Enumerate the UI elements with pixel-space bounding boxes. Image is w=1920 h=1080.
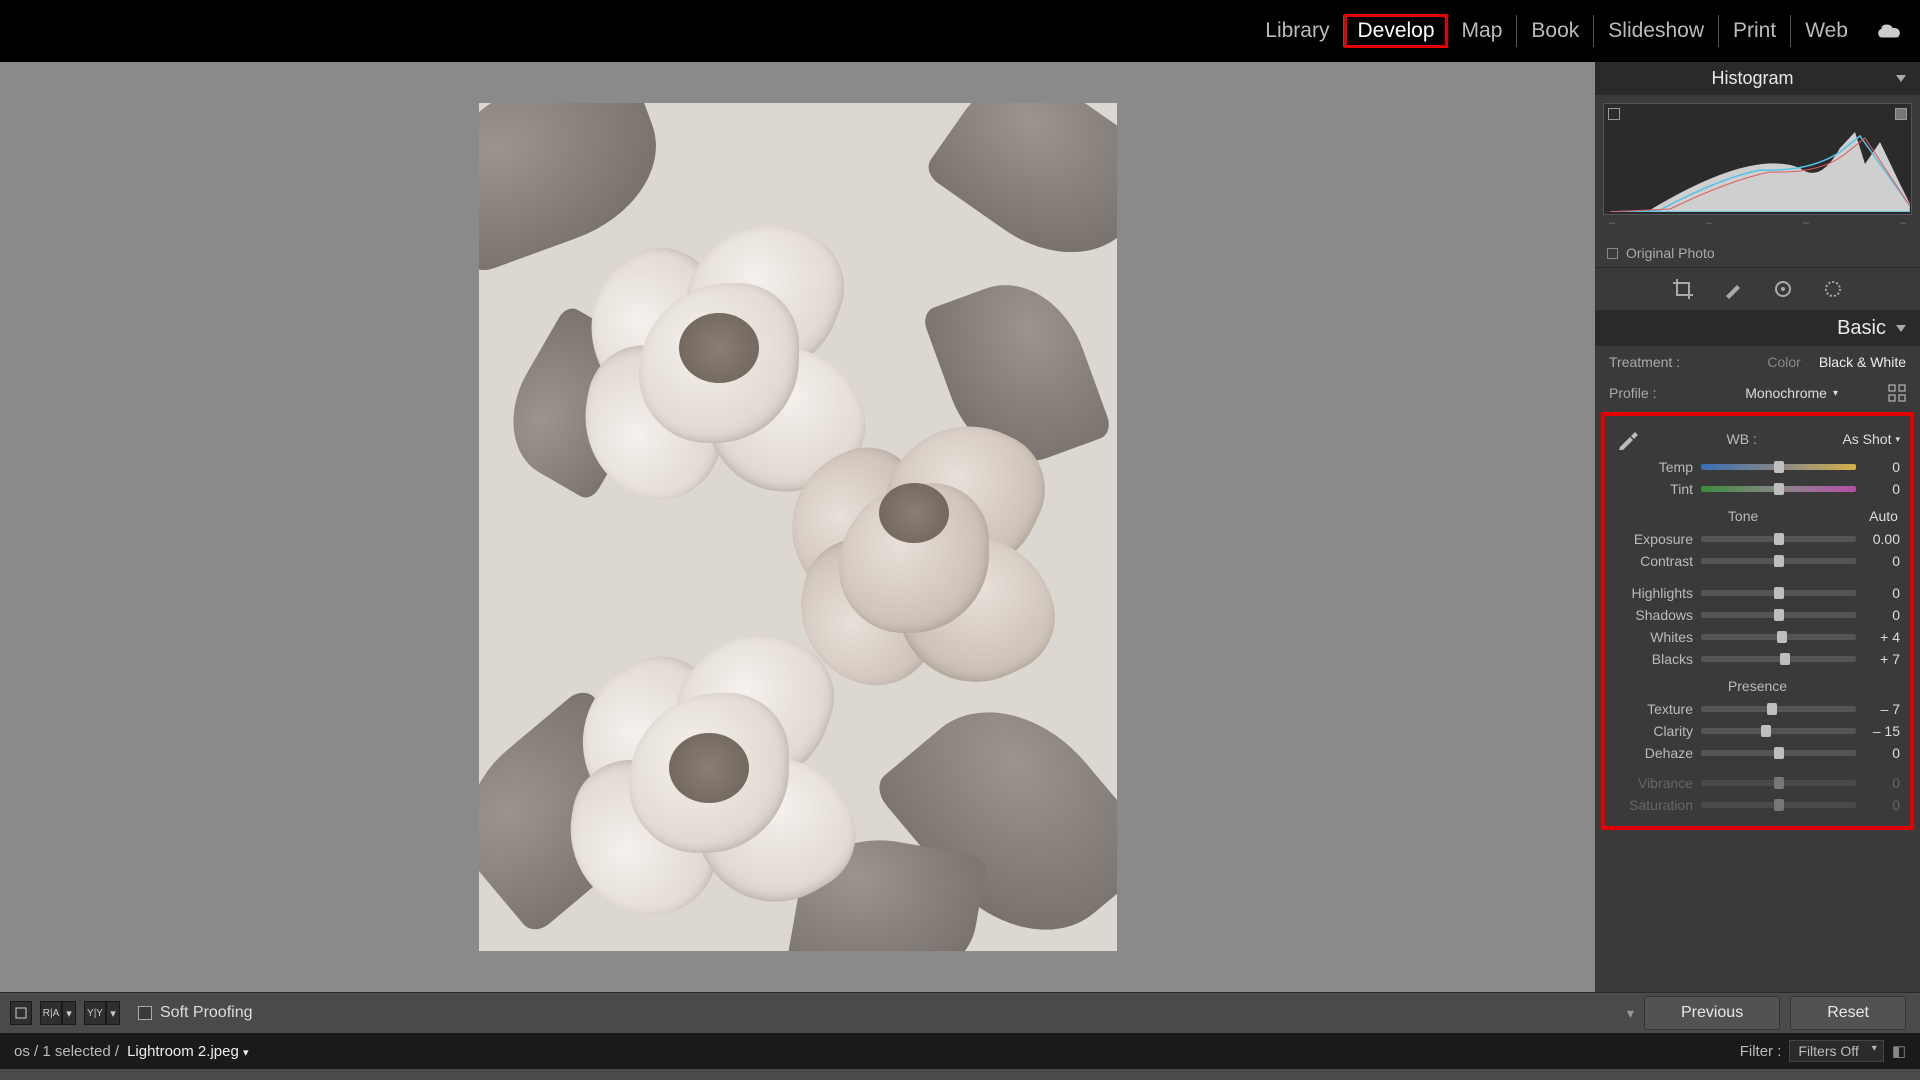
presence-section-header: Presence [1613, 670, 1902, 698]
slider-exposure[interactable]: Exposure0.00 [1613, 528, 1902, 550]
module-map[interactable]: Map [1448, 15, 1518, 47]
module-picker: Library Develop Map Book Slideshow Print… [0, 0, 1920, 62]
profile-browser-icon[interactable] [1888, 384, 1906, 402]
treatment-label: Treatment : [1609, 354, 1680, 370]
photo-preview[interactable] [479, 103, 1117, 951]
checkbox-icon [138, 1006, 152, 1020]
slider-highlights[interactable]: Highlights0 [1613, 582, 1902, 604]
toolbar-collapse-icon[interactable]: ▾ [1627, 1005, 1634, 1022]
basic-adjustments-highlighted: WB : As Shot▾ Temp 0 Tint 0 ToneAuto Exp… [1601, 412, 1914, 830]
slider-blacks[interactable]: Blacks+ 7 [1613, 648, 1902, 670]
slider-temp[interactable]: Temp 0 [1613, 456, 1902, 478]
status-bar: os / 1 selected / Lightroom 2.jpeg ▾ Fil… [0, 1033, 1920, 1069]
histogram-panel: –––– [1595, 95, 1920, 239]
slider-clarity[interactable]: Clarity– 15 [1613, 720, 1902, 742]
previous-button[interactable]: Previous [1644, 996, 1780, 1030]
wb-eyedropper-icon[interactable] [1615, 426, 1641, 452]
profile-row: Profile : Monochrome▾ [1595, 378, 1920, 408]
loupe-view-button[interactable] [10, 1001, 32, 1025]
workspace: Histogram –––– Original Photo [0, 62, 1920, 992]
mask-tool-icon[interactable] [1772, 278, 1794, 300]
treatment-color[interactable]: Color [1767, 354, 1800, 370]
square-icon [1607, 248, 1618, 259]
develop-right-panel: Histogram –––– Original Photo [1595, 62, 1920, 992]
original-photo-label: Original Photo [1626, 245, 1715, 261]
filter-lock-icon[interactable]: ◧ [1892, 1042, 1906, 1060]
module-slideshow[interactable]: Slideshow [1594, 15, 1719, 47]
slider-dehaze[interactable]: Dehaze0 [1613, 742, 1902, 764]
histogram-title: Histogram [1711, 68, 1793, 89]
treatment-row: Treatment : Color Black & White [1595, 346, 1920, 378]
crop-tool-icon[interactable] [1672, 278, 1694, 300]
module-web[interactable]: Web [1791, 15, 1862, 47]
filter-dropdown[interactable]: Filters Off▾ [1789, 1040, 1883, 1062]
wb-dropdown[interactable]: As Shot▾ [1842, 431, 1900, 447]
original-photo-row[interactable]: Original Photo [1595, 239, 1920, 267]
before-after-dropdown[interactable]: ▾ [62, 1001, 76, 1025]
clipping-indicator-shadows[interactable] [1608, 108, 1620, 120]
slider-vibrance: Vibrance0 [1613, 772, 1902, 794]
treatment-bw[interactable]: Black & White [1819, 354, 1906, 370]
canvas-area[interactable] [0, 62, 1595, 992]
bottom-bar: R|A ▾ Y|Y ▾ Soft Proofing ▾ Previous Res… [0, 992, 1920, 1080]
develop-toolbar: R|A ▾ Y|Y ▾ Soft Proofing ▾ Previous Res… [0, 993, 1920, 1033]
slider-texture[interactable]: Texture– 7 [1613, 698, 1902, 720]
filter-label: Filter : [1740, 1043, 1782, 1060]
profile-label: Profile : [1609, 385, 1656, 401]
histogram-marks: –––– [1603, 215, 1912, 231]
chevron-down-icon [1896, 325, 1906, 332]
histogram-curve [1610, 124, 1910, 212]
radial-tool-icon[interactable] [1822, 278, 1844, 300]
selection-count: os / 1 selected / [14, 1043, 119, 1060]
basic-panel-header[interactable]: Basic [1595, 311, 1920, 346]
chevron-down-icon [1896, 75, 1906, 82]
slider-tint[interactable]: Tint 0 [1613, 478, 1902, 500]
slider-saturation: Saturation0 [1613, 794, 1902, 816]
reset-button[interactable]: Reset [1790, 996, 1906, 1030]
soft-proofing-toggle[interactable]: Soft Proofing [138, 1004, 253, 1022]
slider-whites[interactable]: Whites+ 4 [1613, 626, 1902, 648]
wb-row: WB : As Shot▾ [1613, 422, 1902, 456]
profile-dropdown[interactable]: Monochrome▾ [1745, 385, 1838, 401]
basic-title: Basic [1837, 317, 1886, 340]
slider-contrast[interactable]: Contrast0 [1613, 550, 1902, 572]
auto-tone-button[interactable]: Auto [1869, 508, 1898, 524]
current-filename[interactable]: Lightroom 2.jpeg ▾ [127, 1043, 248, 1060]
before-after-tb-dropdown[interactable]: ▾ [106, 1001, 120, 1025]
module-library[interactable]: Library [1251, 15, 1344, 47]
histogram-header[interactable]: Histogram [1595, 62, 1920, 95]
local-tools-row [1595, 267, 1920, 311]
module-print[interactable]: Print [1719, 15, 1791, 47]
clipping-indicator-highlights[interactable] [1895, 108, 1907, 120]
wb-label: WB : [1727, 431, 1757, 447]
cloud-sync-icon[interactable] [1876, 22, 1902, 40]
slider-shadows[interactable]: Shadows0 [1613, 604, 1902, 626]
before-after-lr-button[interactable]: R|A [40, 1001, 62, 1025]
module-develop[interactable]: Develop [1344, 14, 1447, 48]
healing-tool-icon[interactable] [1722, 278, 1744, 300]
histogram-graph[interactable] [1603, 103, 1912, 215]
before-after-tb-button[interactable]: Y|Y [84, 1001, 106, 1025]
tone-section-header: ToneAuto [1613, 500, 1902, 528]
module-book[interactable]: Book [1517, 15, 1594, 47]
